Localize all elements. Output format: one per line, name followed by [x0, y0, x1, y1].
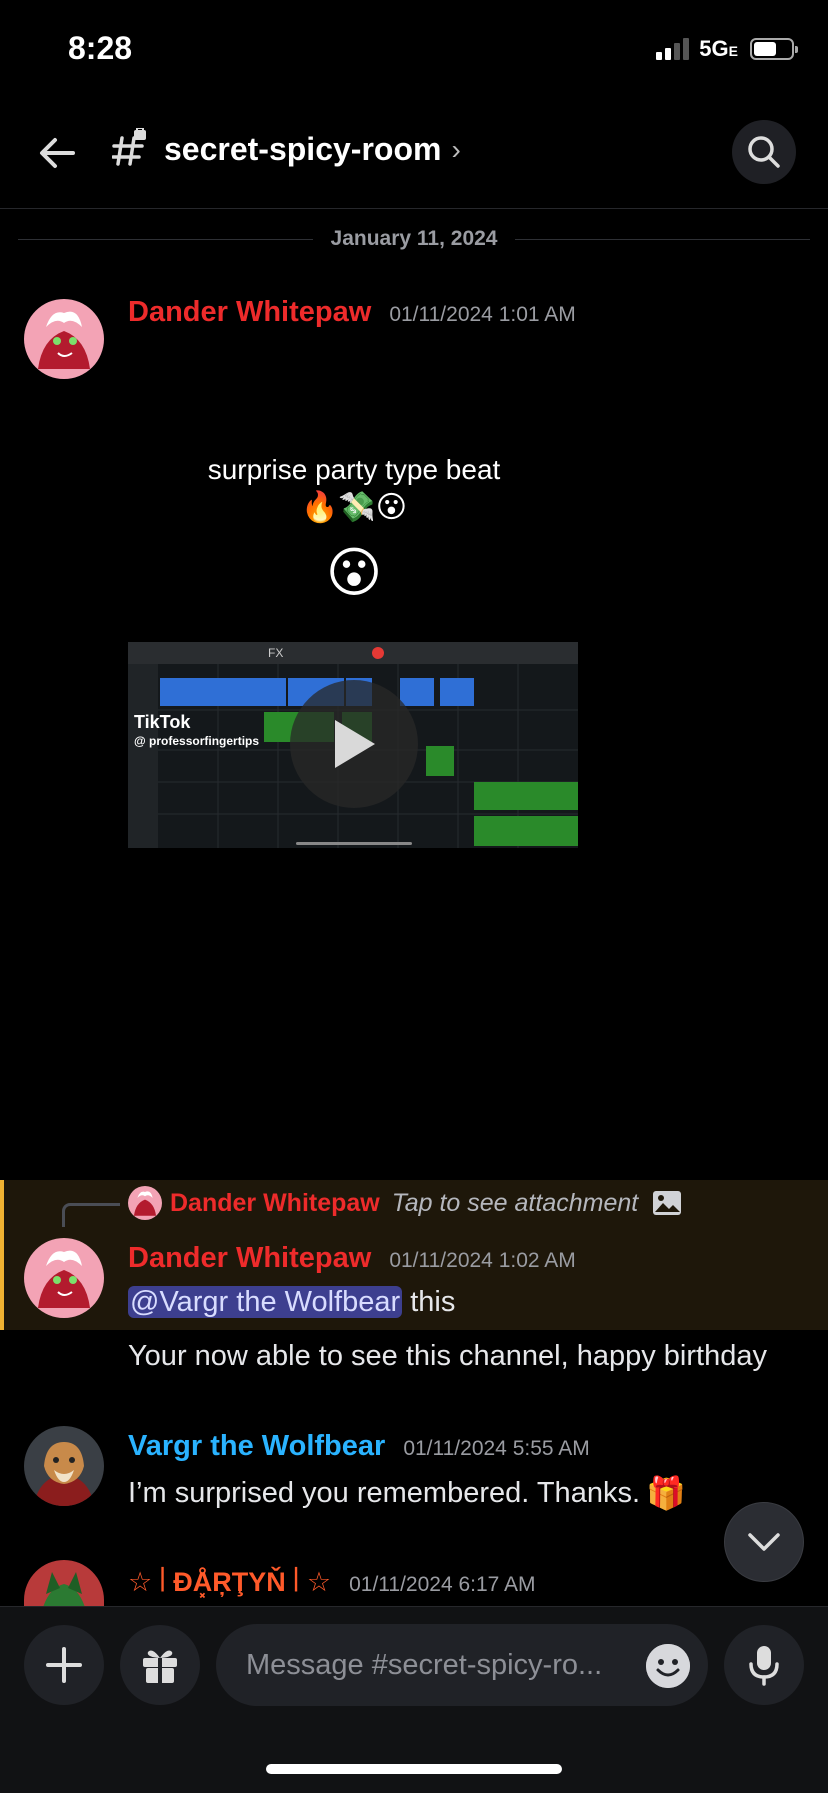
search-icon	[748, 136, 780, 168]
avatar[interactable]	[24, 1426, 104, 1506]
emoji-button[interactable]	[646, 1644, 690, 1688]
play-button[interactable]	[290, 680, 418, 808]
toolbar-fx-label: FX	[268, 646, 284, 660]
back-button[interactable]	[30, 126, 84, 180]
avatar[interactable]	[24, 1560, 104, 1606]
header-divider	[0, 208, 828, 209]
embed-large-emoji: 😮	[325, 543, 383, 603]
message-header: Dander Whitepaw 01/11/2024 1:01 AM	[128, 296, 576, 329]
play-icon	[335, 720, 375, 768]
author-name[interactable]: Vargr the Wolfbear	[128, 1430, 385, 1463]
message-timestamp: 01/11/2024 1:01 AM	[389, 303, 576, 326]
message-timestamp: 01/11/2024 1:02 AM	[389, 1249, 576, 1272]
avatar[interactable]	[24, 299, 104, 379]
message-timestamp: 01/11/2024 6:17 AM	[349, 1573, 536, 1596]
message-text-body: I’m surprised you remembered. Thanks.	[128, 1476, 641, 1509]
voice-message-button[interactable]	[724, 1625, 804, 1705]
channel-title[interactable]: secret-spicy-room ›	[164, 131, 461, 168]
search-button[interactable]	[732, 120, 796, 184]
smiley-icon	[646, 1644, 690, 1688]
reply-avatar	[128, 1186, 162, 1220]
avatar[interactable]	[24, 1238, 104, 1318]
message-text: @Vargr the Wolfbear this	[128, 1286, 455, 1319]
reply-connector	[62, 1203, 120, 1227]
gift-button[interactable]	[120, 1625, 200, 1705]
locked-hash-icon	[111, 127, 148, 178]
cellular-signal-icon	[656, 38, 690, 60]
user-mention[interactable]: @Vargr the Wolfbear	[128, 1286, 403, 1318]
tiktok-brand: TikTok	[134, 712, 191, 732]
home-indicator	[266, 1764, 562, 1774]
avatar-image	[24, 1426, 104, 1506]
reply-author: Dander Whitepaw	[170, 1188, 380, 1217]
author-name[interactable]: ☆꒐ĐÅ͓ŖŢYŇ꒐☆	[128, 1562, 331, 1598]
add-attachment-button[interactable]	[24, 1625, 104, 1705]
message-text-tail: this	[402, 1286, 456, 1318]
microphone-icon	[749, 1646, 779, 1686]
image-icon	[653, 1191, 682, 1215]
plus-icon	[46, 1647, 82, 1683]
message-text: I’m surprised you remembered. Thanks. 🎁	[128, 1474, 686, 1512]
date-divider: January 11, 2024	[18, 224, 810, 254]
author-name[interactable]: Dander Whitepaw	[128, 296, 371, 329]
avatar-image	[24, 1238, 104, 1318]
avatar-image	[24, 1560, 104, 1606]
network-type: 5GE	[699, 36, 738, 61]
date-divider-label: January 11, 2024	[330, 227, 498, 250]
message-input-container[interactable]	[216, 1624, 708, 1706]
message-header: Dander Whitepaw 01/11/2024 1:02 AM	[128, 1242, 576, 1275]
status-time: 8:28	[68, 30, 133, 66]
tiktok-handle: @ professorfingertips	[134, 734, 260, 748]
status-indicators: 5GE	[656, 36, 798, 62]
avatar-image	[24, 299, 104, 379]
embed-caption-emojis: 🔥💸😮	[301, 491, 407, 524]
message-header: ☆꒐ĐÅ͓ŖŢYŇ꒐☆ 01/11/2024 6:17 AM	[128, 1562, 536, 1598]
message-header: Vargr the Wolfbear 01/11/2024 5:55 AM	[128, 1430, 590, 1463]
reply-preview[interactable]: Dander Whitepaw Tap to see attachment	[128, 1186, 682, 1220]
gift-icon	[143, 1650, 177, 1683]
message-text: Your now able to see this channel, happy…	[128, 1340, 767, 1372]
embed-caption: surprise party type beat 🔥💸😮 😮	[178, 454, 530, 604]
embed-caption-text: surprise party type beat	[207, 454, 501, 485]
reply-text: Tap to see attachment	[391, 1188, 639, 1217]
battery-icon	[750, 38, 798, 60]
channel-name: secret-spicy-room	[164, 131, 442, 167]
chevron-down-icon	[748, 1533, 780, 1551]
custom-emoji: 🎁	[646, 1475, 686, 1511]
message-timestamp: 01/11/2024 5:55 AM	[403, 1437, 590, 1460]
jump-to-bottom-button[interactable]	[724, 1502, 804, 1582]
chevron-right-icon: ›	[451, 133, 461, 165]
message-input[interactable]	[244, 1647, 638, 1683]
author-name[interactable]: Dander Whitepaw	[128, 1242, 371, 1275]
arrow-left-icon	[40, 138, 75, 168]
